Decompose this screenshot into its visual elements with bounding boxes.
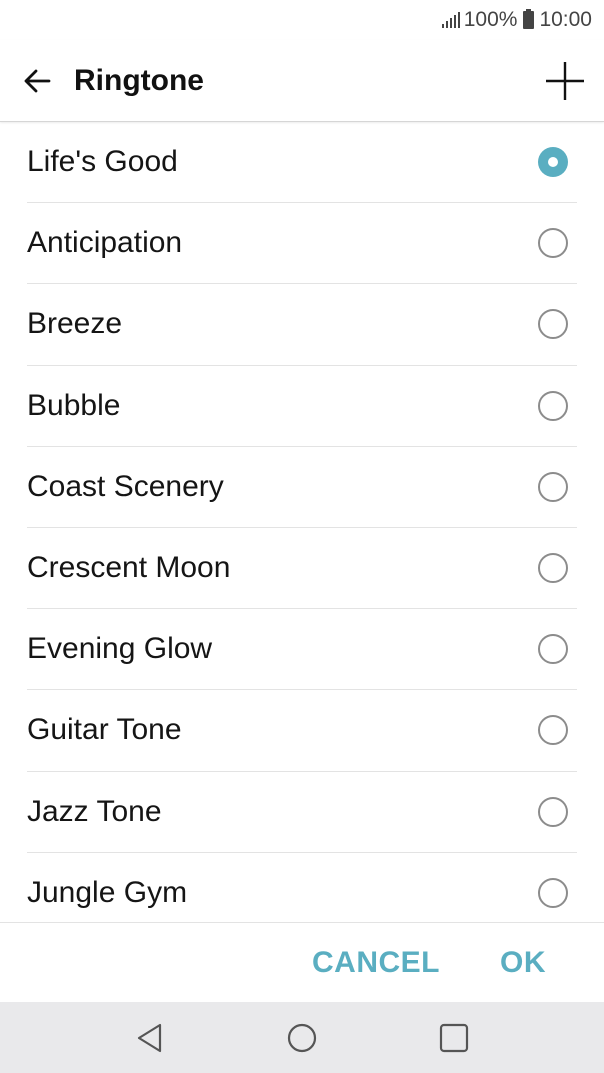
ok-button[interactable]: OK [500,946,546,980]
triangle-back-icon [137,1023,162,1052]
ringtone-label: Anticipation [27,226,183,260]
ringtone-item[interactable]: Jazz Tone [27,772,577,853]
radio-button[interactable] [538,634,568,665]
back-button[interactable] [0,40,74,122]
radio-button[interactable] [538,228,568,259]
ringtone-item[interactable]: Life's Good [27,122,577,204]
square-recents-icon [439,1023,469,1052]
back-arrow-icon [24,69,51,92]
ringtone-label: Guitar Tone [27,713,182,747]
ringtone-item[interactable]: Anticipation [27,203,577,285]
ringtone-item[interactable]: Guitar Tone [27,690,577,772]
radio-button[interactable] [538,309,568,340]
ringtone-label: Bubble [27,388,121,422]
battery-icon [523,9,535,29]
radio-button[interactable] [538,390,568,421]
cancel-button[interactable]: CANCEL [312,946,440,980]
nav-back-button[interactable] [130,1018,170,1058]
add-ringtone-button[interactable] [544,60,586,102]
dialog-actions: CANCEL OK [0,922,604,1002]
radio-button[interactable] [538,715,568,746]
circle-home-icon [287,1023,317,1052]
signal-icon [441,12,460,28]
clock: 10:00 [539,8,592,31]
radio-button-selected[interactable] [538,147,568,178]
ringtone-label: Breeze [27,307,123,341]
ringtone-label: Life's Good [27,145,178,179]
ringtone-item[interactable]: Coast Scenery [27,447,577,528]
ringtone-item[interactable]: Jungle Gym [27,853,577,922]
ringtone-list: Life's Good Anticipation Breeze Bubble Coast… [0,122,604,922]
radio-button[interactable] [538,471,568,502]
app-bar: Ringtone [0,40,604,122]
ringtone-label: Crescent Moon [27,551,231,585]
radio-button[interactable] [538,796,568,827]
status-bar: 100% 10:00 [0,0,604,40]
radio-button[interactable] [538,553,568,584]
navigation-bar [0,1002,604,1073]
ringtone-item[interactable]: Bubble [27,366,577,447]
plus-icon [546,62,584,100]
ringtone-label: Coast Scenery [27,469,224,503]
radio-button[interactable] [538,878,568,909]
ringtone-label: Jungle Gym [27,876,188,910]
ringtone-item[interactable]: Crescent Moon [27,528,577,610]
nav-home-button[interactable] [282,1018,322,1058]
ringtone-label: Jazz Tone [27,794,162,828]
nav-recents-button[interactable] [434,1018,474,1058]
page-title: Ringtone [74,63,204,97]
ringtone-item[interactable]: Breeze [27,284,577,366]
battery-percentage: 100% [463,8,518,31]
ringtone-label: Evening Glow [27,632,213,666]
ringtone-item[interactable]: Evening Glow [27,609,577,691]
